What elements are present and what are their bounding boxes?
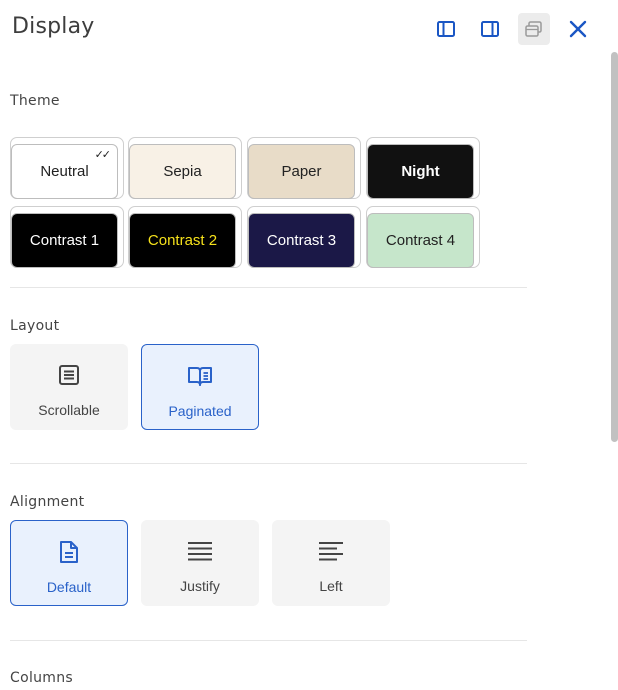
theme-section-label: Theme: [10, 93, 60, 109]
close-button[interactable]: [562, 13, 594, 45]
close-icon: [567, 18, 589, 40]
panel-title: Display: [12, 14, 95, 39]
layout-option-label: Scrollable: [38, 402, 100, 418]
dock-left-icon: [436, 19, 456, 39]
align-left-icon: [317, 537, 345, 565]
swatch-label: Sepia: [163, 163, 202, 180]
swatch-label: Contrast 3: [266, 232, 337, 249]
theme-swatch-contrast-2[interactable]: Contrast 2: [128, 206, 242, 268]
alignment-left-button[interactable]: Left: [272, 520, 390, 606]
theme-swatch-neutral[interactable]: Neutral ✓✓: [10, 137, 124, 199]
divider: [10, 287, 527, 288]
layout-section-label: Layout: [10, 318, 60, 334]
alignment-option-label: Left: [319, 578, 343, 594]
theme-swatch-paper[interactable]: Paper: [247, 137, 361, 199]
floating-window-button[interactable]: [518, 13, 550, 45]
theme-swatch-contrast-1[interactable]: Contrast 1: [10, 206, 124, 268]
swatch-label: Night: [401, 163, 440, 180]
layout-paginated-button[interactable]: Paginated: [141, 344, 259, 430]
dock-right-button[interactable]: [474, 13, 506, 45]
alignment-option-label: Justify: [180, 578, 220, 594]
swatch-label: Paper: [281, 163, 322, 180]
floating-window-icon: [524, 19, 544, 39]
alignment-section-label: Alignment: [10, 494, 85, 510]
scrollbar-thumb[interactable]: [611, 52, 618, 442]
display-settings-panel: Display Theme Neutral ✓✓ Sepia Paper Nig…: [0, 0, 618, 690]
open-book-icon: [187, 362, 213, 390]
scrollable-document-icon: [57, 361, 81, 389]
alignment-justify-button[interactable]: Justify: [141, 520, 259, 606]
swatch-label: Contrast 1: [29, 232, 100, 249]
alignment-default-button[interactable]: Default: [10, 520, 128, 606]
divider: [10, 463, 527, 464]
layout-scrollable-button[interactable]: Scrollable: [10, 344, 128, 430]
columns-section-label: Columns: [10, 670, 74, 686]
dock-left-button[interactable]: [430, 13, 462, 45]
swatch-label: Neutral: [40, 163, 89, 180]
swatch-label: Contrast 2: [147, 232, 218, 249]
layout-option-label: Paginated: [168, 403, 232, 419]
checkmark-icon: ✓✓: [94, 148, 112, 161]
theme-swatch-sepia[interactable]: Sepia: [128, 137, 242, 199]
theme-swatch-contrast-3[interactable]: Contrast 3: [247, 206, 361, 268]
theme-swatch-night[interactable]: Night: [366, 137, 480, 199]
align-justify-icon: [186, 537, 214, 565]
divider: [10, 640, 527, 641]
dock-right-icon: [480, 19, 500, 39]
alignment-option-label: Default: [46, 579, 92, 595]
theme-swatch-contrast-4[interactable]: Contrast 4: [366, 206, 480, 268]
swatch-label: Contrast 4: [385, 232, 456, 249]
document-icon: [58, 538, 80, 566]
